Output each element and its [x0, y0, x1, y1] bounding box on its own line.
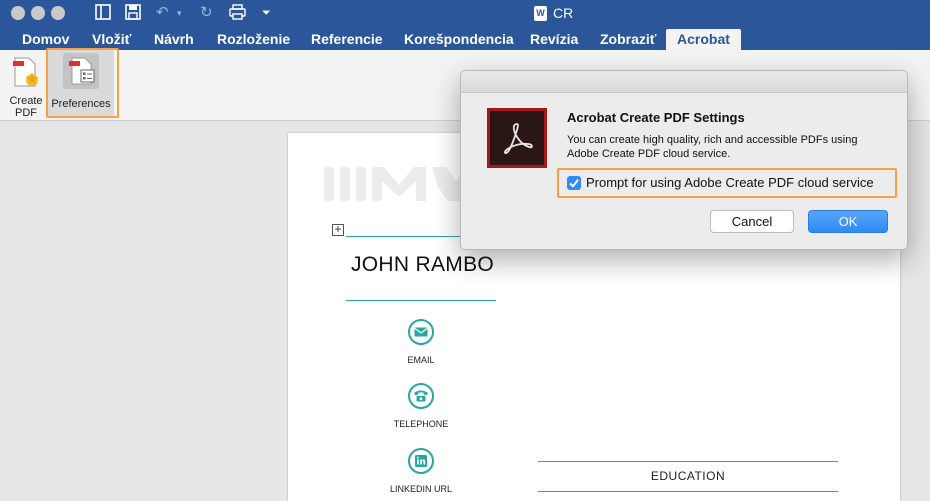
title-bar: ↶ ▾ ↻ ⏷ W CR	[0, 0, 930, 27]
dialog-description: You can create high quality, rich and ac…	[567, 134, 858, 160]
document-title: CR	[553, 5, 574, 21]
divider-education-bottom	[538, 491, 838, 492]
envelope-icon	[408, 319, 434, 345]
tab-acrobat[interactable]: Acrobat	[666, 29, 741, 50]
acrobat-logo-icon	[487, 108, 547, 168]
checkbox-highlight	[557, 168, 897, 198]
contact-telephone: TELEPHONE	[386, 382, 456, 429]
education-heading: EDUCATION	[650, 469, 726, 483]
preferences-highlight	[46, 48, 119, 118]
minimize-window-button[interactable]	[31, 6, 45, 20]
acrobat-settings-dialog: Acrobat Create PDF Settings You can crea…	[460, 70, 908, 250]
dialog-title-bar	[461, 71, 907, 93]
window-title: W CR	[534, 5, 573, 21]
create-pdf-button[interactable]: Create PDF	[6, 56, 46, 119]
save-icon[interactable]	[125, 4, 141, 25]
ok-button[interactable]: OK	[808, 210, 888, 233]
tab-domov[interactable]: Domov	[22, 29, 69, 50]
tab-rozlozenie[interactable]: Rozloženie	[217, 29, 290, 50]
close-window-button[interactable]	[11, 6, 25, 20]
word-document-icon: W	[534, 5, 547, 21]
redo-icon[interactable]: ↻	[200, 4, 213, 22]
cancel-button[interactable]: Cancel	[710, 210, 794, 233]
contact-label: TELEPHONE	[393, 419, 449, 429]
undo-icon[interactable]: ↶	[156, 4, 169, 22]
sidebar-toggle-icon[interactable]	[95, 4, 111, 25]
watermark-logo	[324, 167, 474, 201]
contact-linkedin: LINKEDIN URL	[386, 447, 456, 494]
table-move-handle-icon[interactable]: +	[332, 223, 344, 236]
divider-education-top	[538, 461, 838, 462]
tab-referencie[interactable]: Referencie	[311, 29, 383, 50]
phone-icon	[408, 383, 434, 409]
undo-dropdown-icon[interactable]: ▾	[177, 4, 182, 22]
tab-korespondencia[interactable]: Korešpondencia	[404, 29, 514, 50]
ribbon-tab-bar: Domov Vložiť Návrh Rozloženie Referencie…	[0, 27, 930, 50]
contact-label: EMAIL	[407, 355, 435, 365]
tab-zobrazit[interactable]: Zobraziť	[600, 29, 657, 50]
zoom-window-button[interactable]	[51, 6, 65, 20]
tab-vlozit[interactable]: Vložiť	[92, 29, 131, 50]
customize-toolbar-icon[interactable]: ⏷	[262, 4, 271, 22]
create-pdf-icon	[13, 57, 39, 87]
linkedin-icon	[408, 448, 434, 474]
create-pdf-label: Create PDF	[9, 95, 43, 119]
print-icon[interactable]	[229, 4, 246, 25]
contact-email: EMAIL	[386, 318, 456, 365]
tab-navrh[interactable]: Návrh	[154, 29, 194, 50]
tab-revizia[interactable]: Revízia	[530, 29, 578, 50]
resume-name: JOHN RAMBO	[351, 253, 495, 276]
dialog-title: Acrobat Create PDF Settings	[567, 110, 745, 125]
contact-label: LINKEDIN URL	[389, 484, 452, 494]
divider-name	[346, 300, 496, 301]
